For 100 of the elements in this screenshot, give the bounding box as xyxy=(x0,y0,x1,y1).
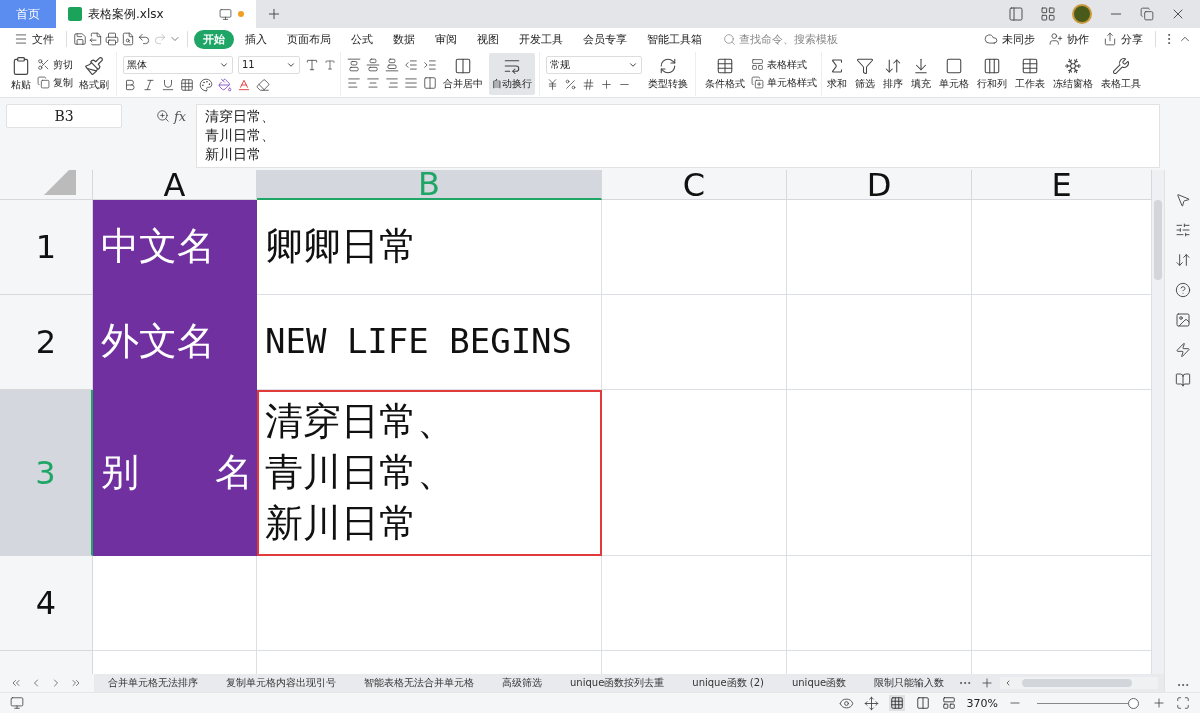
sheet-tab[interactable]: unique函数 (2) xyxy=(678,676,778,690)
file-menu[interactable]: 文件 xyxy=(8,29,60,49)
align-right-icon[interactable] xyxy=(385,75,399,90)
command-search[interactable]: 查找命令、搜索模板 xyxy=(723,31,838,47)
cloud-icon[interactable] xyxy=(984,32,998,46)
image-icon[interactable] xyxy=(1174,312,1191,328)
avatar[interactable] xyxy=(1072,4,1092,24)
number-format-select[interactable]: 常规 xyxy=(546,56,642,74)
print-preview-icon[interactable] xyxy=(121,32,135,46)
sheet-tab[interactable]: unique函数按列去重 xyxy=(556,676,679,690)
ribbon-tab[interactable]: 公式 xyxy=(342,29,382,49)
table-cell[interactable] xyxy=(602,390,787,556)
toolbar-action[interactable]: 分享 xyxy=(1097,29,1149,49)
copy-button[interactable]: 复制 xyxy=(37,75,73,90)
layout-icon[interactable] xyxy=(1008,6,1024,22)
ribbon-tab[interactable]: 智能工具箱 xyxy=(638,29,711,49)
indent-decrease-icon[interactable] xyxy=(404,57,418,72)
distribute-icon[interactable] xyxy=(423,75,437,90)
thousands-icon[interactable] xyxy=(582,78,595,91)
ribbon-tool[interactable]: 填充 xyxy=(908,52,934,95)
sliders-icon[interactable] xyxy=(1174,222,1191,238)
table-cell[interactable] xyxy=(972,295,1152,390)
monitor-icon[interactable] xyxy=(219,7,232,21)
fill-color-icon[interactable] xyxy=(218,77,232,92)
sheet-tab[interactable]: 限制只能输入数 xyxy=(860,676,959,690)
macro-icon[interactable] xyxy=(10,696,24,710)
fx-label[interactable]: fx xyxy=(174,108,187,124)
page-break-view-button[interactable] xyxy=(914,695,931,711)
justify-icon[interactable] xyxy=(404,75,418,90)
ribbon-tool[interactable]: 求和 xyxy=(824,52,850,95)
sheet-tab[interactable]: 高级筛选 xyxy=(488,676,556,690)
horizontal-scrollbar[interactable] xyxy=(1000,677,1158,689)
font-color-icon[interactable] xyxy=(237,77,251,92)
menu-icon[interactable] xyxy=(14,32,28,46)
column-header[interactable]: E xyxy=(972,170,1152,200)
name-box[interactable]: B3 xyxy=(6,104,122,128)
table-cell[interactable] xyxy=(972,390,1152,556)
font-select[interactable]: 黑体 xyxy=(123,55,233,74)
undo-icon[interactable] xyxy=(137,32,151,46)
row-header[interactable]: 1 xyxy=(0,200,93,295)
toolbar-action[interactable]: 协作 xyxy=(1043,29,1095,49)
table-cell[interactable] xyxy=(787,556,972,651)
paste-button[interactable]: 粘贴 xyxy=(8,52,34,95)
apps-icon[interactable] xyxy=(1040,6,1056,22)
table-cell[interactable] xyxy=(787,295,972,390)
toolbar-action[interactable]: 未同步 xyxy=(978,29,1041,49)
ribbon-tab[interactable]: 审阅 xyxy=(426,29,466,49)
formula-input[interactable]: 清穿日常、 青川日常、 新川日常 xyxy=(196,104,1160,168)
column-header[interactable]: A xyxy=(93,170,257,200)
add-sheet-icon[interactable] xyxy=(980,676,995,690)
last-sheet-icon[interactable] xyxy=(70,677,82,689)
ribbon-tab[interactable]: 插入 xyxy=(236,29,276,49)
table-cell[interactable] xyxy=(602,556,787,651)
book-icon[interactable] xyxy=(1174,372,1191,388)
indent-increase-icon[interactable] xyxy=(423,57,437,72)
currency-icon[interactable] xyxy=(546,78,559,91)
bold-icon[interactable] xyxy=(123,77,137,92)
restore-icon[interactable] xyxy=(1140,7,1154,21)
ribbon-tool[interactable]: 表格工具 xyxy=(1098,52,1144,95)
fullscreen-icon[interactable] xyxy=(1176,696,1190,710)
ribbon-tab[interactable]: 页面布局 xyxy=(278,29,340,49)
font-size-select[interactable]: 11 xyxy=(238,55,300,74)
ribbon-tool[interactable]: 工作表 xyxy=(1012,52,1048,95)
share-icon[interactable] xyxy=(1103,32,1117,46)
document-tab[interactable]: 表格案例.xlsx xyxy=(56,0,256,28)
italic-icon[interactable] xyxy=(142,77,156,92)
search-icon[interactable] xyxy=(723,32,736,46)
table-cell[interactable] xyxy=(602,200,787,295)
row-header[interactable]: 4 xyxy=(0,556,93,651)
sheet-tab[interactable]: unique函数 xyxy=(777,676,861,690)
table-style-button[interactable]: 表格样式 xyxy=(751,57,817,72)
new-tab-icon[interactable] xyxy=(266,6,282,22)
lightning-icon[interactable] xyxy=(1174,342,1191,358)
first-sheet-icon[interactable] xyxy=(10,677,22,689)
table-cell[interactable] xyxy=(257,556,602,651)
table-cell[interactable] xyxy=(787,390,972,556)
underline-icon[interactable] xyxy=(161,77,175,92)
ribbon-tool[interactable]: 筛选 xyxy=(852,52,878,95)
align-middle-icon[interactable] xyxy=(366,57,380,72)
ribbon-tool[interactable]: 排序 xyxy=(880,52,906,95)
ribbon-tab[interactable]: 开发工具 xyxy=(510,29,572,49)
zoom-in-icon[interactable] xyxy=(1152,696,1166,710)
zoom-icon[interactable] xyxy=(156,109,170,123)
merge-button[interactable]: 合并居中 xyxy=(440,52,486,95)
ribbon-tool[interactable]: 冻结窗格 xyxy=(1050,52,1096,95)
cut-button[interactable]: 剪切 xyxy=(37,57,73,72)
align-top-icon[interactable] xyxy=(347,57,361,72)
table-cell[interactable] xyxy=(972,200,1152,295)
style-icon[interactable] xyxy=(199,77,213,92)
table-cell[interactable] xyxy=(787,200,972,295)
shrink-font-icon[interactable] xyxy=(324,58,336,71)
convert-button[interactable]: 类型转换 xyxy=(645,52,691,95)
format-painter-button[interactable]: 格式刷 xyxy=(76,52,112,95)
swap-icon[interactable] xyxy=(1174,252,1191,268)
eraser-icon[interactable] xyxy=(256,77,270,92)
pointer-icon[interactable] xyxy=(1174,192,1191,208)
align-center-icon[interactable] xyxy=(366,75,380,90)
sheet-tab[interactable]: 复制单元格内容出现引号 xyxy=(212,676,350,690)
table-cell[interactable] xyxy=(602,295,787,390)
cell-style-button[interactable]: 单元格样式 xyxy=(751,75,817,90)
